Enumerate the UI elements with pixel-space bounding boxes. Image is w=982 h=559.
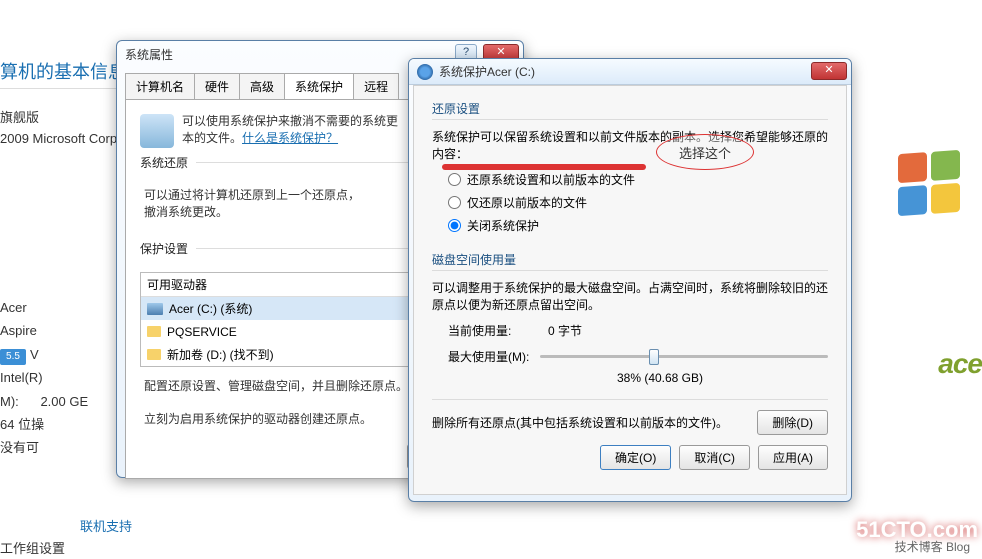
max-usage-label: 最大使用量(M): <box>432 348 532 365</box>
section-restore-heading: 系统还原 <box>140 156 196 170</box>
current-usage-label: 当前使用量: <box>448 322 548 339</box>
copyright-text: 2009 Microsoft Corp <box>0 129 117 150</box>
workgroup-heading: 工作组设置 <box>0 538 65 557</box>
edition-text: 旗舰版 <box>0 108 117 129</box>
disk-intro: 可以调整用于系统保护的最大磁盘空间。占满空间时，系统将删除较旧的还原点以便为新还… <box>432 277 828 319</box>
wei-row[interactable]: 5.5 V <box>0 343 88 366</box>
radio-input-restore-all[interactable] <box>448 173 461 186</box>
dialog-body: 还原设置 系统保护可以保留系统设置和以前文件版本的副本。选择您希望能够还原的内容… <box>413 85 847 495</box>
radio-restore-all[interactable]: 还原系统设置和以前版本的文件 <box>432 168 828 191</box>
arch-value: 64 位操 <box>0 413 88 436</box>
radio-label: 关闭系统保护 <box>467 217 539 234</box>
drive-name: PQSERVICE <box>167 325 445 339</box>
tab-remote[interactable]: 远程 <box>353 73 399 99</box>
pen-value: 没有可 <box>0 436 88 459</box>
system-info-block: Acer Aspire 5.5 V Intel(R) M): 2.00 GE 64… <box>0 296 88 460</box>
windows-logo-icon <box>898 152 966 220</box>
current-usage-row: 当前使用量: 0 字节 <box>432 319 828 342</box>
max-usage-slider[interactable] <box>540 355 828 358</box>
delete-button[interactable]: 删除(D) <box>757 410 828 435</box>
annotation-callout: 选择这个 <box>656 134 754 170</box>
section-protect-heading: 保护设置 <box>140 242 196 256</box>
shield-icon <box>417 64 433 80</box>
system-protection-dialog: 系统保护Acer (C:) ✕ 还原设置 系统保护可以保留系统设置和以前文件版本… <box>408 58 852 502</box>
page-heading: 算机的基本信息 <box>0 58 126 84</box>
what-is-link[interactable]: 什么是系统保护？ <box>242 131 338 145</box>
online-support-link[interactable]: 联机支持 <box>80 516 132 535</box>
delete-desc: 删除所有还原点(其中包括系统设置和以前版本的文件)。 <box>432 414 757 431</box>
current-usage-value: 0 字节 <box>548 322 582 339</box>
window-title: 系统属性 <box>125 46 173 63</box>
folder-icon <box>147 349 161 360</box>
drive-icon <box>147 303 163 315</box>
col-drive: 可用驱动器 <box>147 276 445 293</box>
radio-input-turn-off[interactable] <box>448 219 461 232</box>
group-title-disk: 磁盘空间使用量 <box>432 251 828 271</box>
folder-icon <box>147 326 161 337</box>
radio-restore-files-only[interactable]: 仅还原以前版本的文件 <box>432 191 828 214</box>
ram-row: M): 2.00 GE <box>0 390 88 413</box>
tab-system-protection[interactable]: 系统保护 <box>284 73 354 99</box>
watermark-subtext: 技术博客 Blog <box>895 538 970 555</box>
dialog-buttons: 确定(O) 取消(C) 应用(A) <box>432 445 828 470</box>
radio-input-files-only[interactable] <box>448 196 461 209</box>
window-title: 系统保护Acer (C:) <box>439 63 535 80</box>
drive-name: 新加卷 (D:) (找不到) <box>167 346 445 363</box>
radio-turn-off[interactable]: 关闭系统保护 <box>432 214 828 237</box>
cancel-button[interactable]: 取消(C) <box>679 445 750 470</box>
intro-line2: 本的文件。 <box>182 131 242 145</box>
wei-suffix: V <box>30 347 39 362</box>
cpu-value: Intel(R) <box>0 366 88 389</box>
manufacturer-value: Acer <box>0 296 88 319</box>
delete-row: 删除所有还原点(其中包括系统设置和以前版本的文件)。 删除(D) <box>432 399 828 435</box>
wei-badge: 5.5 <box>0 349 26 365</box>
tab-advanced[interactable]: 高级 <box>239 73 285 99</box>
divider <box>0 88 120 89</box>
slider-value-text: 38% (40.68 GB) <box>492 371 828 385</box>
slider-thumb[interactable] <box>649 349 659 365</box>
model-value: Aspire <box>0 319 88 342</box>
annotation-underline <box>442 164 646 170</box>
titlebar[interactable]: 系统保护Acer (C:) ✕ <box>409 59 851 85</box>
shield-icon <box>140 114 174 148</box>
radio-label: 仅还原以前版本的文件 <box>467 194 587 211</box>
drive-name: Acer (C:) (系统) <box>169 300 445 317</box>
ok-button[interactable]: 确定(O) <box>600 445 671 470</box>
tab-hardware[interactable]: 硬件 <box>194 73 240 99</box>
acer-logo: ace <box>938 348 982 380</box>
radio-label: 还原系统设置和以前版本的文件 <box>467 171 635 188</box>
restore-intro: 系统保护可以保留系统设置和以前文件版本的副本。选择您希望能够还原的内容： <box>432 126 828 168</box>
windows-edition-block: 旗舰版 2009 Microsoft Corp <box>0 108 117 150</box>
apply-button[interactable]: 应用(A) <box>758 445 828 470</box>
tab-computer-name[interactable]: 计算机名 <box>125 73 195 99</box>
max-usage-row: 最大使用量(M): <box>432 348 828 365</box>
close-button[interactable]: ✕ <box>811 62 847 80</box>
disk-usage-group: 磁盘空间使用量 可以调整用于系统保护的最大磁盘空间。占满空间时，系统将删除较旧的… <box>432 251 828 385</box>
group-title-restore: 还原设置 <box>432 100 828 120</box>
